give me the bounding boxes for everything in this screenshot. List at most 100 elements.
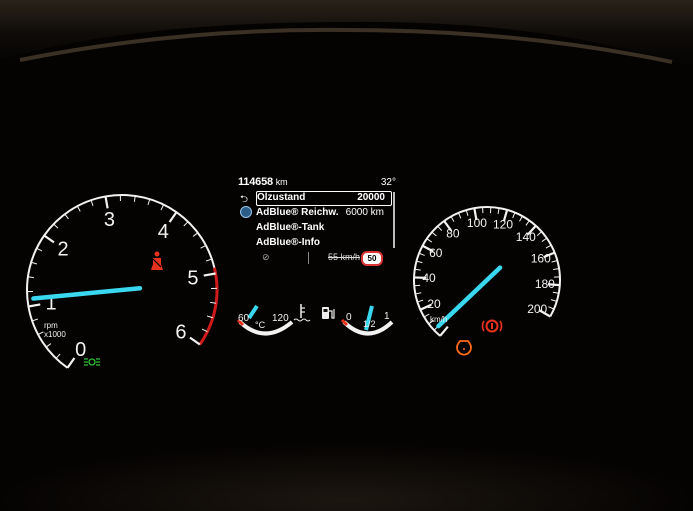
minor-tick	[53, 223, 59, 229]
fuel-high-label: 1	[384, 311, 390, 322]
menu-item-label: AdBlue®-Tank	[256, 222, 325, 233]
temp-high-label: 120	[272, 313, 289, 324]
speedometer: 20 40 6080 100 120140 160 180 200 km/h	[413, 206, 561, 337]
tick-label: 180	[535, 277, 555, 291]
minor-tick	[45, 343, 52, 348]
menu-item-oil-condition[interactable]: Ölzustand 20000	[256, 191, 392, 206]
minor-tick	[205, 258, 212, 262]
major-tick	[66, 357, 76, 369]
minor-tick	[525, 220, 530, 226]
temperature-gauge: 60 °C 120	[236, 304, 294, 336]
tick-label: 5	[187, 267, 198, 289]
instrument-cluster: 0 1 2 3 4 5 6 rpm x1000 20 40 60 80 100 120 140 160 180 2…	[0, 0, 693, 511]
position-lights-icon	[84, 358, 100, 366]
major-tick	[189, 336, 201, 346]
menu-item-value: 6000 km	[345, 207, 384, 218]
gauge-needle	[436, 265, 503, 329]
minor-tick	[431, 231, 437, 237]
tick-label: 6	[175, 321, 186, 343]
display-footer: ⊘ 55 km/h 50	[258, 251, 398, 266]
minor-tick	[418, 252, 425, 256]
minor-tick	[90, 200, 94, 207]
major-tick	[203, 272, 216, 277]
minor-tick	[160, 204, 165, 211]
tick-label: 0	[75, 339, 86, 361]
tick-label: 200	[527, 302, 547, 316]
minor-tick	[519, 215, 523, 222]
fuel-gauge: 0 1/2 1	[340, 305, 394, 336]
minor-tick	[147, 199, 151, 206]
unit-label: km/h	[430, 315, 447, 324]
minor-tick	[553, 268, 560, 271]
tick-label: 80	[446, 226, 460, 240]
minor-tick	[551, 260, 558, 263]
minor-tick	[417, 299, 424, 303]
tick-label: 60	[429, 246, 443, 260]
tick-label: 100	[467, 216, 487, 230]
tick-label: 120	[493, 217, 513, 231]
minor-tick	[548, 306, 555, 310]
major-tick	[439, 326, 449, 337]
menu-item-label: AdBlue® Reichw.	[256, 207, 339, 218]
temp-low-label: 60	[238, 313, 250, 324]
fuel-pump-icon	[322, 307, 335, 319]
tick-label: 3	[104, 209, 115, 231]
minor-tick	[415, 292, 422, 295]
minor-tick	[416, 260, 423, 264]
tachometer: 0123456rpmx1000	[26, 194, 219, 369]
speed-limit-sign: 50	[361, 251, 383, 266]
minor-tick	[552, 291, 559, 294]
menu-item-label: Ölzustand	[257, 192, 306, 203]
fuel-low-label: 0	[346, 312, 352, 323]
minor-tick	[200, 244, 207, 249]
coolant-icon	[293, 304, 311, 322]
footer-divider	[308, 252, 309, 264]
unit-label: rpm	[44, 321, 58, 330]
minor-tick	[550, 299, 557, 302]
seatbelt-warning-icon	[151, 251, 163, 270]
menu-scrollbar[interactable]	[393, 192, 395, 248]
outside-temperature: 32°	[380, 177, 396, 188]
tick-label: 2	[57, 239, 68, 261]
tick-label: 140	[516, 230, 536, 244]
minor-tick	[450, 216, 455, 222]
minor-tick	[545, 244, 552, 249]
minor-tick	[76, 205, 81, 212]
set-speed: 55 km/h	[328, 252, 361, 262]
minor-tick	[497, 207, 500, 215]
tick-label: 4	[158, 221, 169, 243]
temperature-needle	[247, 304, 259, 320]
speed-assist-icon: ⊘	[262, 252, 270, 262]
major-tick	[168, 211, 178, 223]
temp-unit-label: °C	[255, 320, 266, 330]
parking-brake-icon	[481, 319, 503, 333]
minor-tick	[536, 231, 543, 236]
minor-tick	[437, 225, 443, 231]
menu-item-adblue-tank[interactable]: AdBlue®-Tank	[256, 222, 390, 235]
minor-tick	[414, 268, 421, 271]
tick-label: 20	[427, 297, 441, 311]
menu-item-adblue-range[interactable]: AdBlue® Reichw. 6000 km	[256, 207, 390, 220]
major-tick	[43, 234, 55, 244]
minor-tick	[465, 209, 469, 216]
minor-tick	[32, 318, 39, 322]
odometer: 114658 km	[238, 176, 288, 188]
settings-gear-icon	[240, 206, 252, 218]
major-tick	[104, 196, 109, 209]
major-tick	[28, 303, 41, 308]
minor-tick	[36, 247, 43, 252]
minor-tick	[55, 353, 61, 359]
minor-tick	[64, 213, 69, 220]
unit-label: x1000	[44, 330, 66, 339]
minor-tick	[458, 212, 462, 219]
fuel-mid-label: 1/2	[363, 319, 376, 329]
minor-tick	[37, 331, 44, 336]
menu-item-adblue-info[interactable]: AdBlue®-Info	[256, 237, 390, 250]
tick-label: 40	[422, 271, 436, 285]
tpms-icon	[456, 340, 472, 356]
minor-tick	[426, 238, 433, 243]
minor-tick	[423, 313, 430, 318]
minor-tick	[541, 237, 548, 242]
dashboard-lower	[0, 400, 693, 511]
menu-item-value: 20000	[357, 192, 385, 203]
